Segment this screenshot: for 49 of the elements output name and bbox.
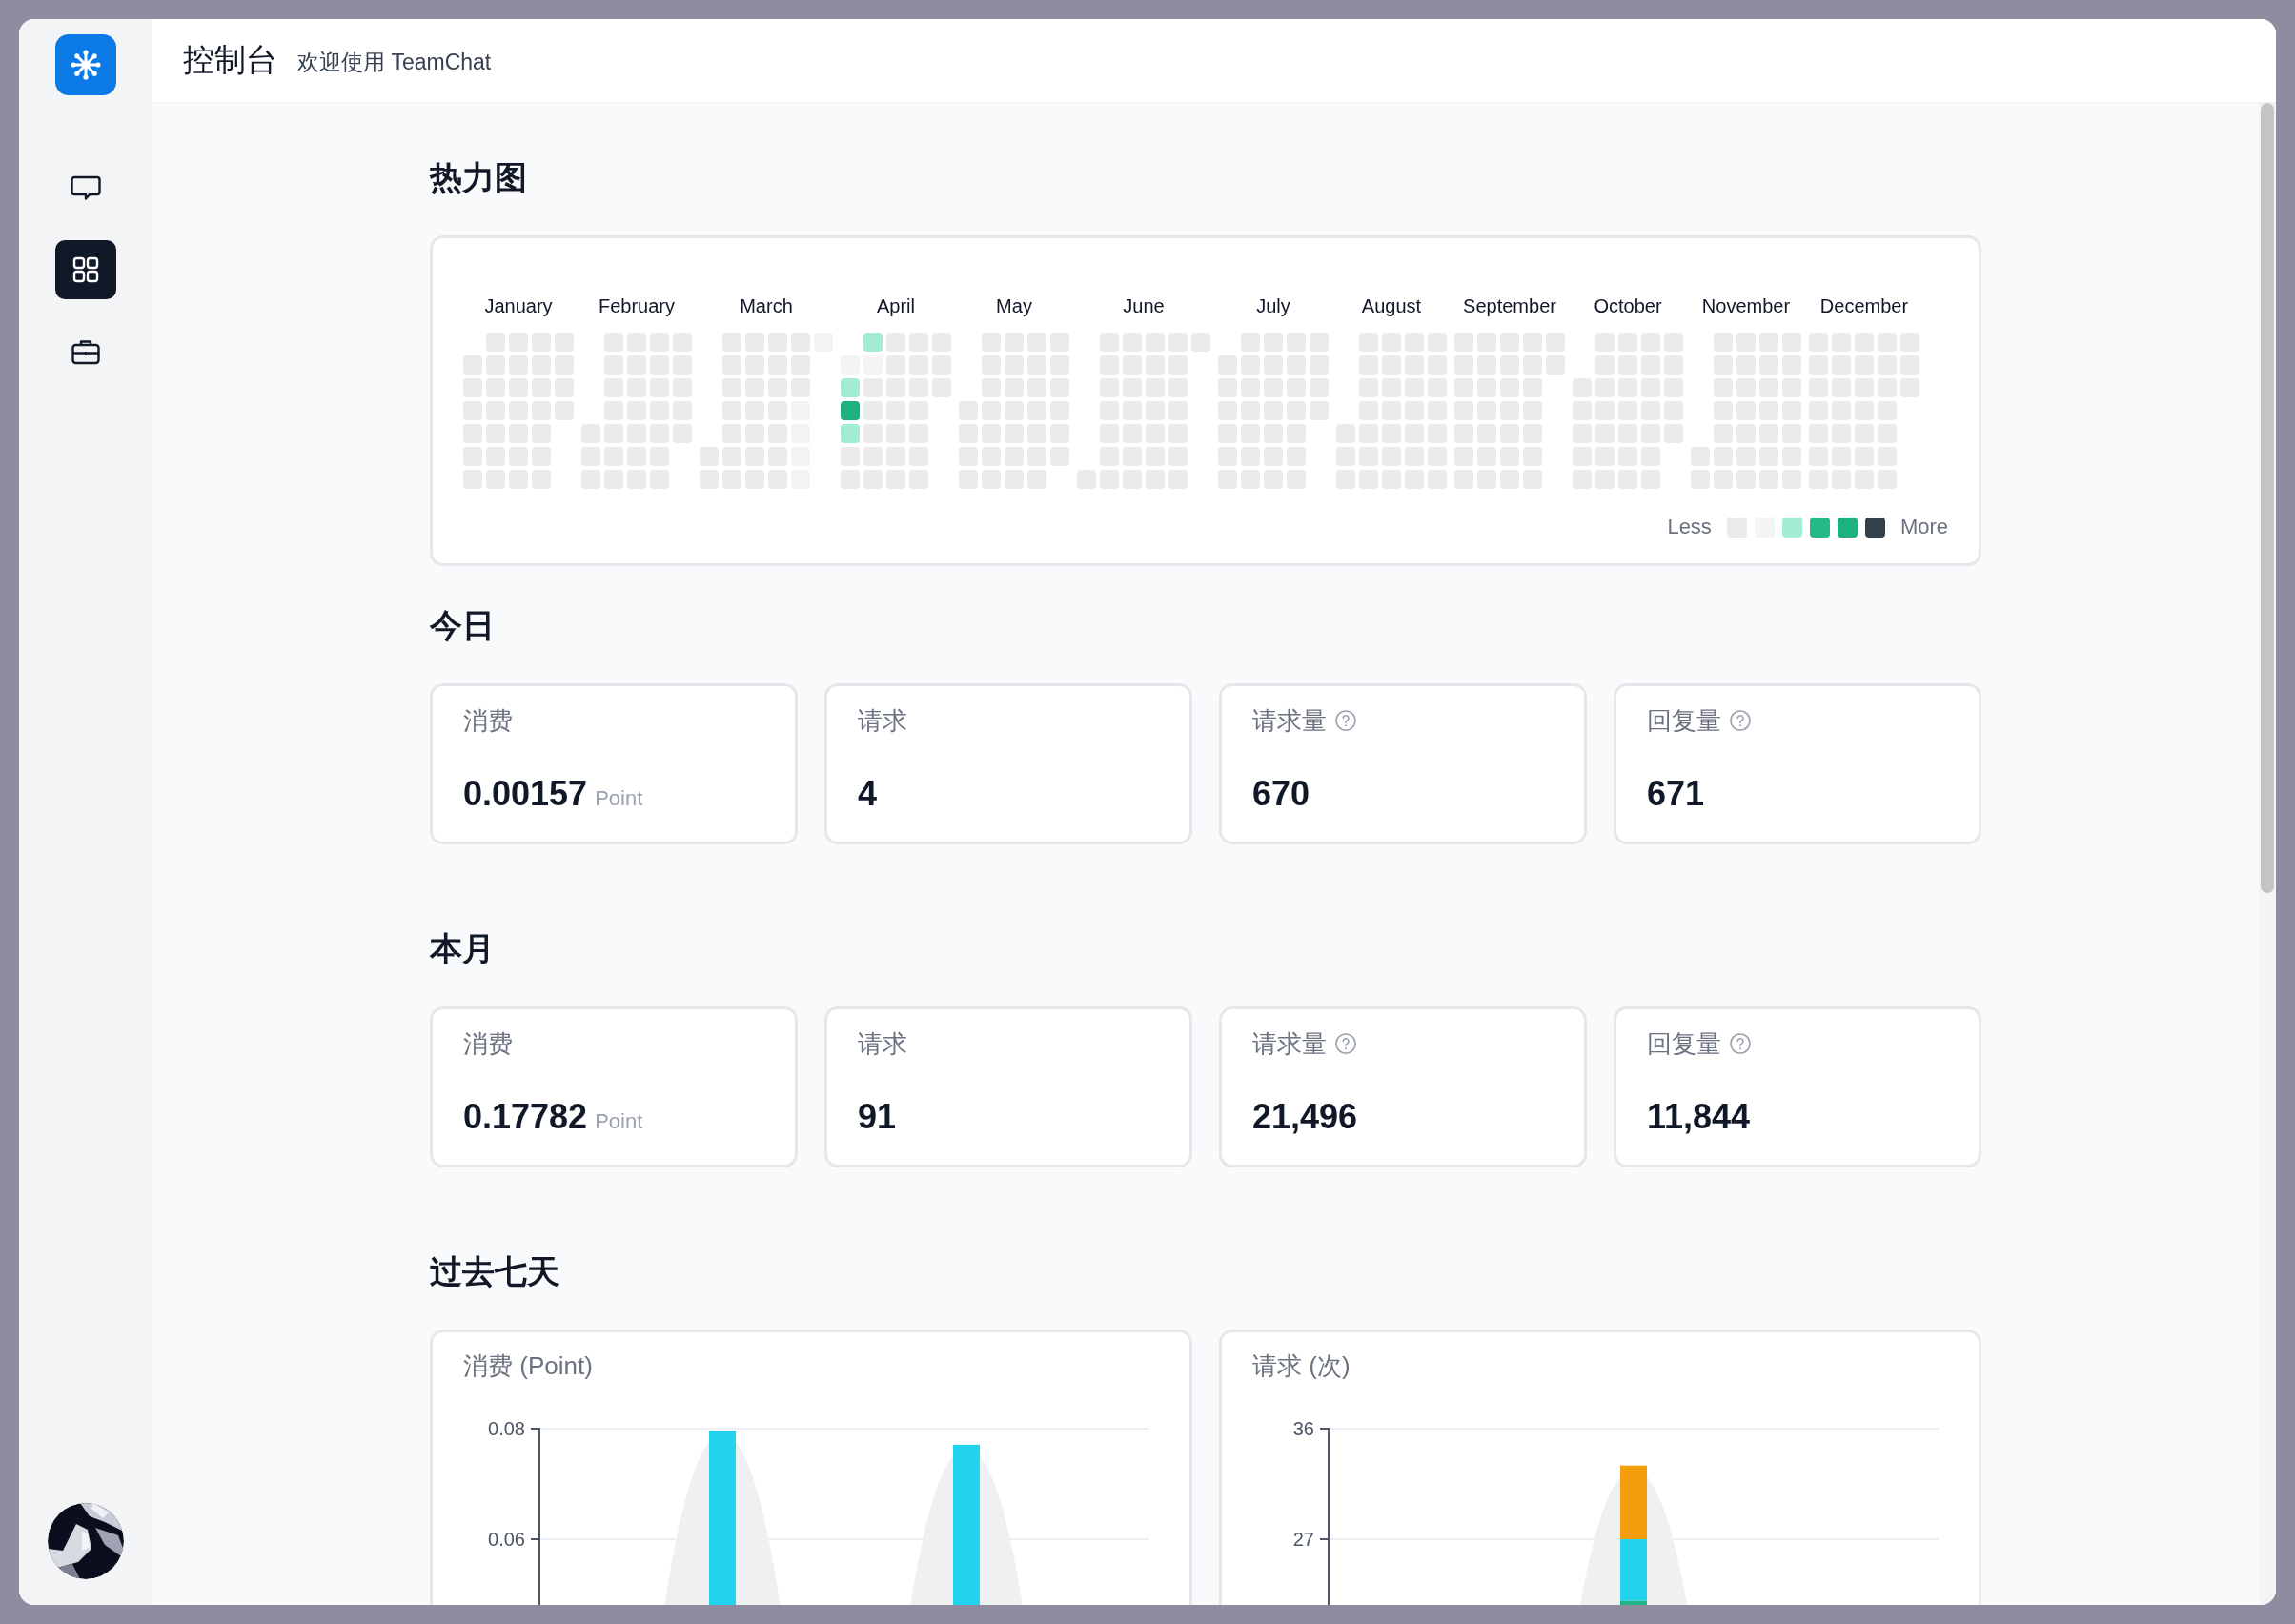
stat-label: 请求量 [1252, 705, 1327, 737]
section-heading: 热力图 [430, 158, 528, 197]
month-label: November [1701, 294, 1791, 318]
grid-icon [71, 254, 101, 285]
stat-label: 回复量 [1647, 1028, 1721, 1060]
legend-label: Less [1667, 514, 1712, 540]
month-label: September [1463, 294, 1556, 318]
unit-label: Point [595, 786, 643, 810]
chart-title: 消费 (Point) [462, 1350, 593, 1382]
tick-label: 0.06 [488, 1529, 525, 1550]
tick-label: 36 [1292, 1418, 1314, 1439]
stat-label: 请求 [858, 1028, 907, 1060]
stat-value: 4 [858, 774, 878, 813]
month-label: April [877, 294, 915, 318]
stat-value: 0.00157 [463, 774, 588, 813]
legend-label: More [1899, 514, 1948, 540]
section-heading: 本月 [430, 929, 496, 968]
unit-label: Point [595, 1109, 643, 1133]
stat-label: 回复量 [1647, 705, 1721, 737]
section-heading: 今日 [430, 606, 496, 645]
section-heading: 过去七天 [430, 1252, 560, 1291]
stat-value: 671 [1647, 774, 1705, 813]
page-title: 控制台 [183, 41, 277, 79]
stat-label: 消费 [463, 1028, 513, 1060]
month-label: June [1123, 294, 1165, 318]
month-label: March [740, 294, 793, 318]
page-subtitle: 欢迎使用 TeamChat [297, 49, 492, 76]
scrollbar-thumb[interactable] [2261, 103, 2274, 893]
stat-label: 请求量 [1252, 1028, 1327, 1060]
chart-title: 请求 (次) [1251, 1350, 1351, 1382]
stat-value: 670 [1252, 774, 1310, 813]
app-logo [55, 34, 116, 95]
stat-value: 91 [858, 1097, 897, 1136]
month-label: January [484, 294, 553, 318]
stat-label: 消费 [463, 705, 513, 737]
stat-label: 请求 [858, 705, 907, 737]
tick-label: 27 [1292, 1529, 1314, 1550]
month-label: July [1256, 294, 1290, 318]
month-label: December [1819, 294, 1909, 318]
scrollbar[interactable] [2259, 103, 2276, 1605]
stat-value: 21,496 [1252, 1097, 1358, 1136]
month-label: May [996, 294, 1032, 318]
month-label: February [599, 294, 675, 318]
stat-value: 0.17782 [463, 1097, 588, 1136]
month-label: October [1594, 294, 1662, 318]
nav-button[interactable] [55, 240, 116, 299]
stat-value: 11,844 [1647, 1097, 1751, 1136]
month-label: August [1361, 294, 1422, 318]
tick-label: 0.08 [488, 1418, 525, 1439]
